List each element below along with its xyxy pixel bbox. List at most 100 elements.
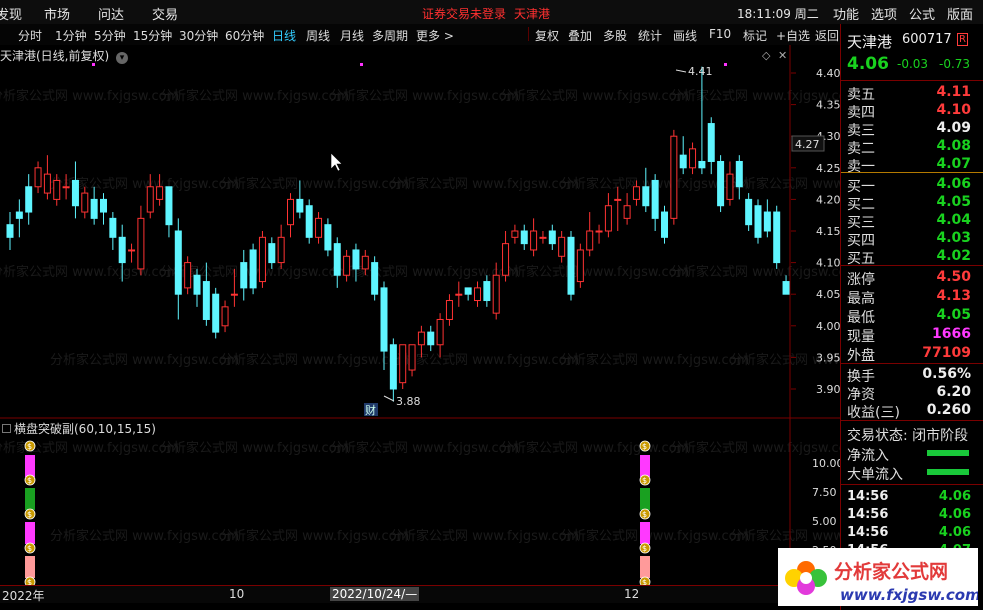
period-30min[interactable]: 30分钟	[179, 27, 218, 44]
tool-mark[interactable]: 标记	[743, 27, 767, 44]
net-inflow-bar	[927, 450, 969, 456]
watermark-text: 分析家公式网 www.fxjgsw.com	[330, 440, 519, 456]
close-icon[interactable]: ✕	[778, 49, 787, 62]
period-monthly[interactable]: 月线	[340, 27, 364, 44]
candle-body	[277, 236, 285, 264]
watermark-text: 分析家公式网 www.fxjgsw.com	[330, 88, 519, 104]
bid-level-row: 买四 4.03	[847, 230, 977, 249]
quote-panel: 天津港 600717 R 4.06 -0.03 -0.73 交易状态: 闭市阶段…	[840, 24, 983, 610]
ask-level-value: 4.08	[936, 138, 971, 154]
candle-body	[558, 236, 566, 257]
tool-draw-line[interactable]: 画线	[673, 27, 697, 44]
event-marker[interactable]: 财	[365, 403, 376, 417]
ask-level-label: 卖五	[847, 87, 875, 103]
indicator-title-row[interactable]: 横盘突破副(60,10,15,15)	[2, 420, 156, 437]
candle-body	[324, 224, 332, 251]
candle-body	[109, 217, 117, 238]
menu-trade[interactable]: 交易	[152, 4, 178, 23]
period-timeshare[interactable]: 分时	[18, 27, 42, 44]
candle-body	[539, 236, 547, 239]
chevron-down-icon[interactable]: ▾	[116, 52, 129, 64]
indicator-expand-icon[interactable]	[2, 424, 11, 433]
menu-functions[interactable]: 功能	[833, 4, 859, 23]
big-inflow-row: 大单流入	[847, 464, 977, 483]
quote-header: 天津港 600717 R	[847, 31, 977, 51]
candle-body	[333, 243, 341, 276]
period-5min[interactable]: 5分钟	[94, 27, 126, 44]
candle-body	[427, 331, 435, 346]
quote-ratio-value: 6.20	[936, 384, 971, 400]
bid-level-row: 买三 4.04	[847, 212, 977, 231]
coin-icon-symbol: $	[642, 510, 647, 519]
toolbar-divider	[528, 27, 529, 41]
bid-level-value: 4.02	[936, 248, 971, 264]
period-15min[interactable]: 15分钟	[133, 27, 172, 44]
quote-stat-value: 77109	[922, 345, 971, 361]
period-more[interactable]: 更多 >	[416, 27, 454, 44]
bid-level-value: 4.03	[936, 230, 971, 246]
chart-title[interactable]: 天津港(日线,前复权) ▾	[0, 47, 129, 64]
menu-options[interactable]: 选项	[871, 4, 897, 23]
watermark-text: 分析家公式网 www.fxjgsw.com	[670, 264, 840, 280]
price-axis-label: 4.25	[816, 162, 840, 175]
period-multi[interactable]: 多周期	[372, 27, 408, 44]
period-60min[interactable]: 60分钟	[225, 27, 264, 44]
tool-multi-stock[interactable]: 多股	[603, 27, 627, 44]
time-axis: 2022年 10 2022/10/24/— 12	[0, 585, 840, 603]
indicator-axis-label: 10.00	[812, 457, 840, 470]
candle-body	[651, 179, 659, 219]
watermark-text: 分析家公式网 www.fxjgsw.com	[220, 528, 409, 544]
menu-wenda[interactable]: 问达	[98, 4, 124, 23]
coin-icon-symbol: $	[27, 578, 32, 585]
kline-chart[interactable]: 分析家公式网 www.fxjgsw.com分析家公式网 www.fxjgsw.c…	[0, 45, 840, 585]
watermark-text: 分析家公式网 www.fxjgsw.com	[160, 88, 349, 104]
watermark-text: 分析家公式网 www.fxjgsw.com	[560, 352, 749, 368]
coin-icon-symbol: $	[642, 578, 647, 585]
candle-body	[258, 236, 266, 283]
price-axis-label: 4.10	[816, 257, 840, 270]
tool-statistics[interactable]: 统计	[638, 27, 662, 44]
candle-body	[623, 205, 631, 219]
bid-level-label: 买五	[847, 251, 875, 267]
candle-body	[417, 331, 425, 346]
tool-back[interactable]: 返回	[815, 27, 839, 44]
menu-layout[interactable]: 版面	[947, 4, 973, 23]
diamond-icon[interactable]: ◇	[762, 49, 771, 62]
tool-f10[interactable]: F10	[709, 27, 731, 41]
candle-body	[586, 230, 594, 251]
indicator-bar	[640, 455, 650, 477]
indicator-axis-label: 7.50	[812, 486, 837, 499]
candle-body	[399, 344, 407, 384]
quote-stat-row: 涨停 4.50	[847, 269, 977, 288]
quote-stat-label: 最高	[847, 291, 875, 307]
tool-overlay[interactable]: 叠加	[568, 27, 592, 44]
menu-formula[interactable]: 公式	[909, 4, 935, 23]
tool-restore-rights[interactable]: 复权	[535, 27, 559, 44]
ask-level-label: 卖二	[847, 141, 875, 157]
price-axis-label: 4.15	[816, 225, 840, 238]
chart-toolbar: 分时 1分钟 5分钟 15分钟 30分钟 60分钟 日线 周线 月线 多周期 更…	[0, 24, 840, 46]
quote-stat-label: 涨停	[847, 272, 875, 288]
candle-body	[296, 198, 304, 213]
tool-add-watchlist[interactable]: +自选	[776, 27, 810, 44]
menu-discover[interactable]: 发现	[0, 4, 22, 23]
menu-market[interactable]: 市场	[44, 4, 70, 23]
chart-title-text: 天津港(日线,前复权)	[0, 49, 110, 63]
candle-body	[71, 179, 79, 207]
ask-level-row: 卖五 4.11	[847, 84, 977, 103]
quote-stat-row: 外盘 77109	[847, 345, 977, 364]
candle-body	[604, 205, 612, 232]
period-weekly[interactable]: 周线	[306, 27, 330, 44]
candle-body	[62, 186, 70, 189]
candle-body	[230, 293, 238, 296]
period-1min[interactable]: 1分钟	[55, 27, 87, 44]
coin-icon-symbol: $	[642, 476, 647, 485]
candle-body	[735, 160, 743, 188]
period-daily[interactable]: 日线	[272, 27, 296, 44]
coin-icon-symbol: $	[642, 442, 647, 451]
login-warning[interactable]: 证券交易未登录	[422, 5, 506, 22]
watermark-text: 分析家公式网 www.fxjgsw.com	[390, 528, 579, 544]
quote-ratio-row: 净资 6.20	[847, 384, 977, 403]
bid-level-label: 买二	[847, 197, 875, 213]
indicator-bar	[25, 522, 35, 544]
